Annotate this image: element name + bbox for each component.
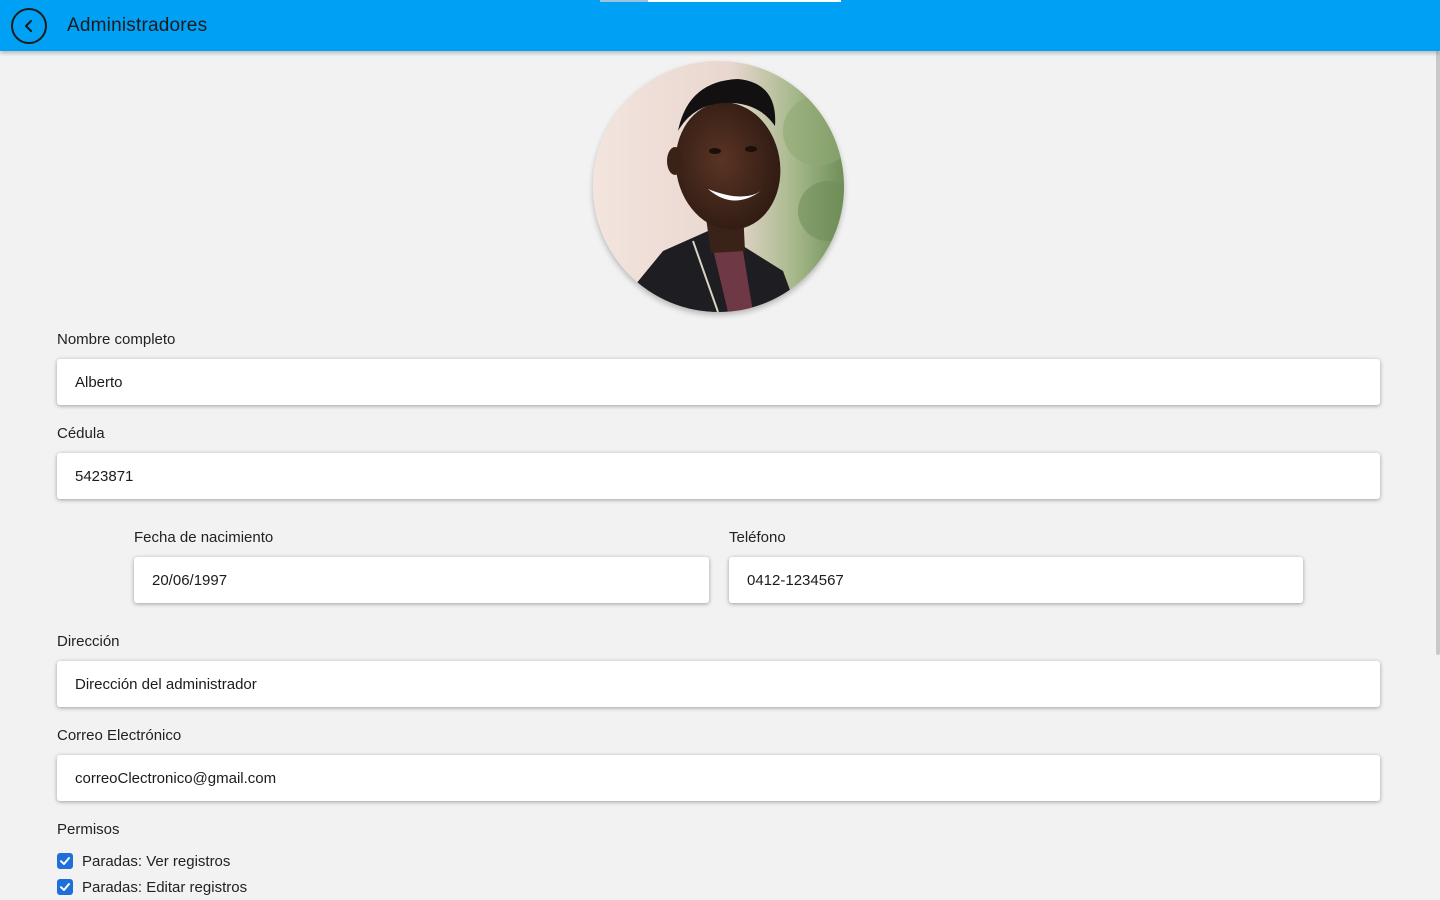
chevron-left-icon: [25, 20, 32, 32]
telefono-input[interactable]: [729, 557, 1303, 603]
back-button[interactable]: [11, 8, 47, 44]
permisos-label: Permisos: [57, 821, 120, 838]
vertical-scrollbar[interactable]: [1436, 51, 1440, 655]
check-icon: [60, 857, 70, 865]
permiso-ver-registros[interactable]: Paradas: Ver registros: [57, 851, 230, 871]
permiso-editar-registros[interactable]: Paradas: Editar registros: [57, 877, 247, 897]
checkbox-checked[interactable]: [57, 879, 73, 895]
checkbox-checked[interactable]: [57, 853, 73, 869]
permiso-label: Paradas: Editar registros: [82, 878, 248, 896]
correo-label: Correo Electrónico: [57, 727, 182, 744]
direccion-label: Dirección: [57, 633, 120, 650]
direccion-input[interactable]: [57, 661, 1380, 707]
avatar[interactable]: [593, 61, 844, 312]
check-icon: [60, 883, 70, 891]
cedula-label: Cédula: [57, 425, 105, 442]
tab-indicator-active: [648, 0, 841, 2]
cedula-input[interactable]: [57, 453, 1380, 499]
correo-input[interactable]: [57, 755, 1380, 801]
nombre-label: Nombre completo: [57, 331, 176, 348]
app-header: Administradores: [0, 0, 1440, 51]
fecha-nacimiento-label: Fecha de nacimiento: [134, 529, 274, 546]
permiso-label: Paradas: Ver registros: [82, 852, 231, 870]
nombre-input[interactable]: [57, 359, 1380, 405]
user-portrait-photo: [593, 61, 844, 312]
tab-indicator: [600, 0, 648, 2]
telefono-label: Teléfono: [729, 529, 786, 546]
page-title: Administradores: [67, 15, 208, 36]
fecha-nacimiento-input[interactable]: [134, 557, 709, 603]
